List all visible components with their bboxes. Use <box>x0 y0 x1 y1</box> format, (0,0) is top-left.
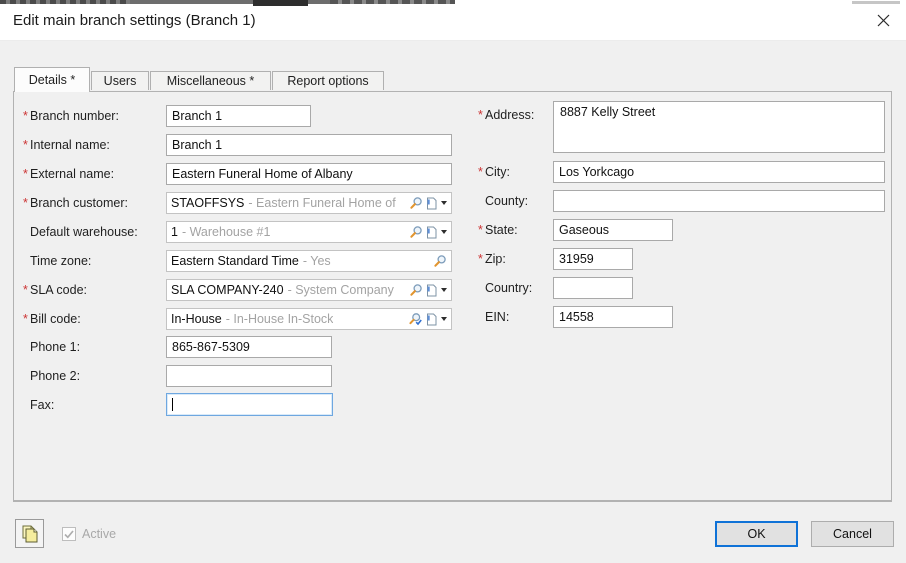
state-label: * State: <box>478 220 518 240</box>
active-checkbox[interactable] <box>62 527 76 541</box>
required-asterisk: * <box>23 109 28 123</box>
dialog-titlebar: Edit main branch settings (Branch 1) <box>0 0 906 41</box>
lookup-description: - In-House In-Stock <box>225 312 334 326</box>
quick-add-icon[interactable] <box>426 226 437 239</box>
text-caret <box>172 398 173 411</box>
copy-icon <box>22 525 37 542</box>
sla-code-label: * SLA code: <box>23 280 87 300</box>
lookup-description: - Warehouse #1 <box>181 225 271 239</box>
time-zone-label: Time zone: <box>30 254 92 268</box>
lookup-value: STAOFFSYS <box>171 196 245 210</box>
sliver-segment <box>253 0 308 6</box>
country-input[interactable] <box>553 277 633 299</box>
lookup-description: - System Company <box>287 283 394 297</box>
quick-add-icon[interactable] <box>426 197 437 210</box>
dropdown-arrow-icon[interactable] <box>441 201 447 205</box>
branch-number-label: * Branch number: <box>23 106 119 126</box>
internal-name-input[interactable] <box>166 134 452 156</box>
fax-input[interactable] <box>166 393 333 416</box>
required-asterisk: * <box>23 196 28 210</box>
fax-label: Fax: <box>30 398 55 412</box>
dropdown-arrow-icon[interactable] <box>441 230 447 234</box>
quick-add-icon[interactable] <box>426 284 437 297</box>
lookup-value: SLA COMPANY-240 <box>171 283 284 297</box>
lookup-icon[interactable] <box>409 225 423 239</box>
tab-details[interactable]: Details * <box>14 67 90 92</box>
bill-code-label: * Bill code: <box>23 309 81 329</box>
edit-branch-dialog: { "window": { "title": "Edit main branch… <box>0 0 906 563</box>
required-asterisk: * <box>23 283 28 297</box>
active-checkbox-label: Active <box>82 527 117 541</box>
sla-code-lookup[interactable]: SLA COMPANY-240- System Company <box>166 279 452 301</box>
external-name-input[interactable] <box>166 163 452 185</box>
background-window-sliver <box>0 0 906 6</box>
lookup-icon[interactable] <box>409 196 423 210</box>
ein-label: EIN: <box>485 310 510 324</box>
external-name-label: * External name: <box>23 164 114 184</box>
dropdown-arrow-icon[interactable] <box>441 317 447 321</box>
sliver-segment <box>852 1 900 4</box>
cancel-button[interactable]: Cancel <box>811 521 894 547</box>
tab-report-options[interactable]: Report options <box>272 71 384 90</box>
branch-number-input[interactable] <box>166 105 311 127</box>
tab-users[interactable]: Users <box>91 71 149 90</box>
required-asterisk: * <box>478 108 483 122</box>
sliver-segment <box>0 0 130 4</box>
zip-input[interactable] <box>553 248 633 270</box>
lookup-icon[interactable] <box>433 254 447 268</box>
required-asterisk: * <box>478 165 483 179</box>
phone2-label: Phone 2: <box>30 369 81 383</box>
required-asterisk: * <box>478 252 483 266</box>
default-warehouse-label: Default warehouse: <box>30 225 138 239</box>
county-input[interactable] <box>553 190 885 212</box>
required-asterisk: * <box>23 138 28 152</box>
ein-input[interactable] <box>553 306 673 328</box>
country-label: Country: <box>485 281 533 295</box>
lookup-description: - Yes <box>302 254 331 268</box>
address-label: * Address: <box>478 105 534 125</box>
lookup-value: In-House <box>171 312 222 326</box>
required-asterisk: * <box>23 167 28 181</box>
lookup-description: - Eastern Funeral Home of <box>248 196 396 210</box>
phone1-label: Phone 1: <box>30 340 81 354</box>
required-asterisk: * <box>478 223 483 237</box>
checkmark-icon <box>64 529 74 539</box>
lookup-icon[interactable] <box>409 283 423 297</box>
time-zone-lookup[interactable]: Eastern Standard Time - Yes <box>166 250 452 272</box>
address-textarea[interactable]: 8887 Kelly Street <box>553 101 885 153</box>
county-label: County: <box>485 194 529 208</box>
city-input[interactable] <box>553 161 885 183</box>
branch-customer-label: * Branch customer: <box>23 193 128 213</box>
dialog-title: Edit main branch settings (Branch 1) <box>13 12 256 29</box>
phone2-input[interactable] <box>166 365 332 387</box>
sliver-segment <box>330 0 455 4</box>
zip-label: * Zip: <box>478 249 506 269</box>
internal-name-label: * Internal name: <box>23 135 110 155</box>
close-icon <box>877 14 889 26</box>
required-asterisk: * <box>23 312 28 326</box>
lookup-value: 1 <box>171 225 178 239</box>
copy-branch-button[interactable] <box>15 519 44 548</box>
dropdown-arrow-icon[interactable] <box>441 288 447 292</box>
close-button[interactable] <box>872 9 894 31</box>
state-input[interactable] <box>553 219 673 241</box>
lookup-value: Eastern Standard Time <box>171 254 299 268</box>
city-label: * City: <box>478 162 510 182</box>
phone1-input[interactable] <box>166 336 332 358</box>
quick-add-icon[interactable] <box>426 313 437 326</box>
lookup-verified-icon[interactable] <box>408 312 423 326</box>
tab-miscellaneous[interactable]: Miscellaneous * <box>150 71 271 90</box>
default-warehouse-lookup[interactable]: 1- Warehouse #1 <box>166 221 452 243</box>
ok-button[interactable]: OK <box>715 521 798 547</box>
branch-customer-lookup[interactable]: STAOFFSYS - Eastern Funeral Home of <box>166 192 452 214</box>
bill-code-lookup[interactable]: In-House - In-House In-Stock <box>166 308 452 330</box>
